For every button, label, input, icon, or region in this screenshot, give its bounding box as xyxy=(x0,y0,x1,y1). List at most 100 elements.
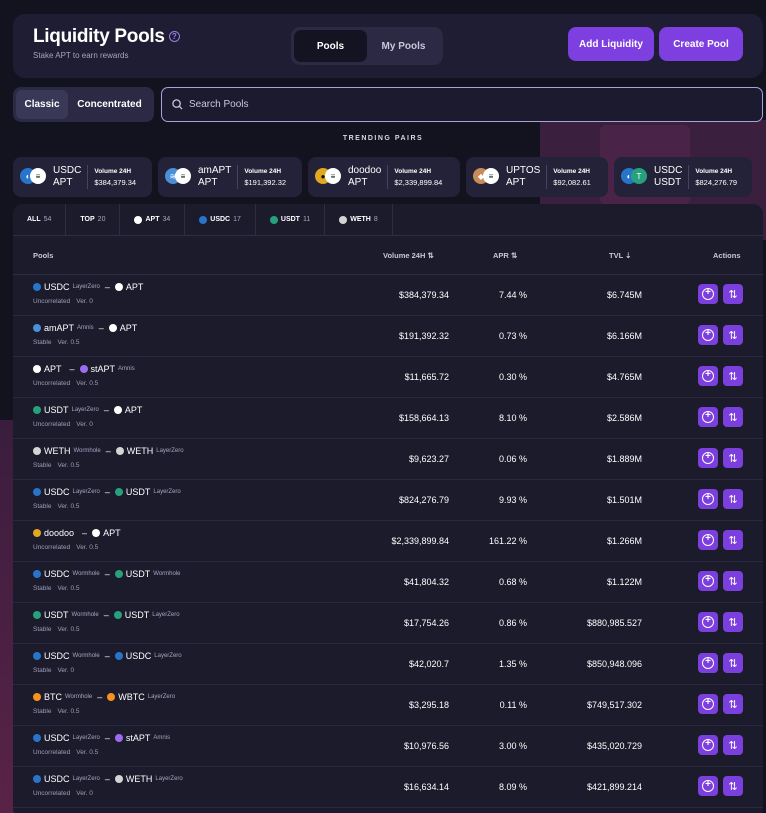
column-tvl-label: TVL xyxy=(609,251,624,260)
add-liquidity-icon[interactable]: + xyxy=(698,407,718,427)
help-icon[interactable]: ? xyxy=(168,31,180,43)
token-icon xyxy=(114,734,123,742)
sort-desc-icon[interactable]: ⇣ xyxy=(625,251,631,260)
pair-separator: – xyxy=(104,487,110,497)
add-liquidity-icon[interactable]: + xyxy=(698,571,718,591)
token-a: APT xyxy=(44,364,62,374)
table-row[interactable]: USDC Wormhole – USDC LayerZero Stable Ver. 0 $4… xyxy=(13,644,763,685)
column-apr[interactable]: APR ⇅ xyxy=(493,251,517,260)
apr-cell: 0.73 % xyxy=(498,331,527,341)
pair-separator: – xyxy=(69,364,75,374)
token-b: USDT xyxy=(125,569,151,579)
swap-icon[interactable]: ⇅ xyxy=(723,284,743,304)
tvl-cell: $6.745M xyxy=(606,290,642,300)
pool-pair: USDC LayerZero – APT xyxy=(33,282,146,292)
add-liquidity-icon[interactable]: + xyxy=(698,284,718,304)
add-liquidity-icon[interactable]: + xyxy=(698,366,718,386)
search-input[interactable] xyxy=(189,99,749,110)
column-tvl[interactable]: TVL ⇣ xyxy=(609,251,631,260)
swap-icon[interactable]: ⇅ xyxy=(723,571,743,591)
trending-card[interactable]: ◐ T USDC USDT Volume 24H $824,276.79 xyxy=(614,157,752,197)
pair-separator: – xyxy=(105,446,111,456)
tab-my-pools[interactable]: My Pools xyxy=(367,30,440,62)
table-row[interactable]: BTC Wormhole – WBTC LayerZero Stable Ver. 0.5 $… xyxy=(13,685,763,726)
volume-label: Volume 24H xyxy=(394,168,432,175)
table-row[interactable]: amAPT Amnis – APT Stable Ver. 0.5 $191,392.32 0… xyxy=(13,316,763,357)
table-row[interactable]: USDC LayerZero – stAPT Amnis Uncorrelated Ver.… xyxy=(13,726,763,767)
token-icon xyxy=(114,283,123,291)
tvl-cell: $435,020.729 xyxy=(586,741,642,751)
swap-icon[interactable]: ⇅ xyxy=(723,694,743,714)
tab-label: TOP xyxy=(80,216,95,223)
sort-icon[interactable]: ⇅ xyxy=(427,251,433,260)
column-volume[interactable]: Volume 24H ⇅ xyxy=(383,251,434,260)
add-liquidity-icon[interactable]: + xyxy=(698,489,718,509)
tab-concentrated[interactable]: Concentrated xyxy=(68,90,151,119)
create-pool-button[interactable]: Create Pool xyxy=(659,27,743,61)
swap-icon[interactable]: ⇅ xyxy=(723,366,743,386)
token-icon xyxy=(92,529,101,537)
volume-cell: $824,276.79 xyxy=(398,495,449,505)
tab-apt[interactable]: APT 34 xyxy=(120,204,186,235)
token-icon xyxy=(33,611,41,619)
table-row[interactable]: USDC LayerZero – WETH LayerZero Uncorrelated V… xyxy=(13,767,763,808)
apr-cell: 0.86 % xyxy=(498,618,527,628)
pool-type-switch: Classic Concentrated xyxy=(13,87,154,122)
volume-value: $384,379.34 xyxy=(94,178,137,187)
swap-icon[interactable]: ⇅ xyxy=(723,653,743,673)
apt-icon: ≡ xyxy=(175,168,191,184)
trending-volume: Volume 24H $92,082.61 xyxy=(553,166,591,188)
tab-top[interactable]: TOP 20 xyxy=(66,204,121,235)
sort-icon[interactable]: ⇅ xyxy=(511,251,517,260)
table-row[interactable]: USDT LayerZero – APT Uncorrelated Ver. 0 $158,… xyxy=(13,398,763,439)
swap-icon[interactable]: ⇅ xyxy=(723,612,743,632)
table-row[interactable]: USDC LayerZero – APT Uncorrelated Ver. 0 $384,… xyxy=(13,275,763,316)
table-row[interactable]: doodoo – APT Uncorrelated Ver. 0.5 $2,339,899… xyxy=(13,521,763,562)
divider xyxy=(546,165,548,189)
tab-label: WETH xyxy=(350,216,371,223)
swap-icon[interactable]: ⇅ xyxy=(723,530,743,550)
volume-value: $92,082.61 xyxy=(553,178,591,187)
table-row[interactable]: USDT Wormhole – USDT LayerZero Stable Ver. 0.5… xyxy=(13,603,763,644)
tab-usdc[interactable]: USDC 17 xyxy=(185,204,256,235)
pair-separator: – xyxy=(104,651,110,661)
tab-pools[interactable]: Pools xyxy=(294,30,367,62)
swap-icon[interactable]: ⇅ xyxy=(723,735,743,755)
token-b-bridge: Amnis xyxy=(153,735,171,741)
tab-count: 34 xyxy=(162,216,171,223)
apr-cell: 7.44 % xyxy=(498,290,527,300)
add-liquidity-icon[interactable]: + xyxy=(698,694,718,714)
table-row[interactable]: USDC Wormhole – USDT Wormhole Stable Ver. 0.5 $… xyxy=(13,562,763,603)
tab-classic[interactable]: Classic xyxy=(16,90,68,119)
token-a-bridge: Wormhole xyxy=(65,694,93,700)
divider xyxy=(237,165,239,189)
tab-weth[interactable]: WETH 8 xyxy=(325,204,393,235)
add-liquidity-icon[interactable]: + xyxy=(698,776,718,796)
table-row[interactable]: USDC LayerZero – USDT LayerZero Stable Ver. 0.… xyxy=(13,480,763,521)
token-a: USDC xyxy=(44,487,70,497)
add-liquidity-icon[interactable]: + xyxy=(698,653,718,673)
swap-icon[interactable]: ⇅ xyxy=(723,489,743,509)
table-row[interactable]: WETH Wormhole – WETH LayerZero Stable Ver. 0.5… xyxy=(13,439,763,480)
trending-card[interactable]: ● ≡ doodoo APT Volume 24H $2,339,899.84 xyxy=(308,157,460,197)
trending-card[interactable]: ◐ ≡ USDC APT Volume 24H $384,379.34 xyxy=(13,157,152,197)
token-b: USDT xyxy=(124,610,150,620)
swap-icon[interactable]: ⇅ xyxy=(723,407,743,427)
trending-card[interactable]: ◆ ≡ UPTOS APT Volume 24H $92,082.61 xyxy=(466,157,608,197)
trending-pairs: ◐ ≡ USDC APT Volume 24H $384,379.34 ≋ ≡ … xyxy=(13,157,752,197)
swap-icon[interactable]: ⇅ xyxy=(723,448,743,468)
swap-icon[interactable]: ⇅ xyxy=(723,776,743,796)
trending-card[interactable]: ≋ ≡ amAPT APT Volume 24H $191,392.32 xyxy=(158,157,302,197)
add-liquidity-icon[interactable]: + xyxy=(698,530,718,550)
tab-usdt[interactable]: USDT 11 xyxy=(256,204,326,235)
add-liquidity-icon[interactable]: + xyxy=(698,325,718,345)
add-liquidity-button[interactable]: Add Liquidity xyxy=(568,27,654,61)
add-liquidity-icon[interactable]: + xyxy=(698,612,718,632)
table-row[interactable]: APT – stAPT Amnis Uncorrelated Ver. 0.5 $11,66… xyxy=(13,357,763,398)
swap-icon[interactable]: ⇅ xyxy=(723,325,743,345)
apr-cell: 0.06 % xyxy=(498,454,527,464)
pool-pair: WETH Wormhole – WETH LayerZero xyxy=(33,446,184,456)
tab-all[interactable]: ALL 54 xyxy=(13,204,67,235)
add-liquidity-icon[interactable]: + xyxy=(698,448,718,468)
add-liquidity-icon[interactable]: + xyxy=(698,735,718,755)
